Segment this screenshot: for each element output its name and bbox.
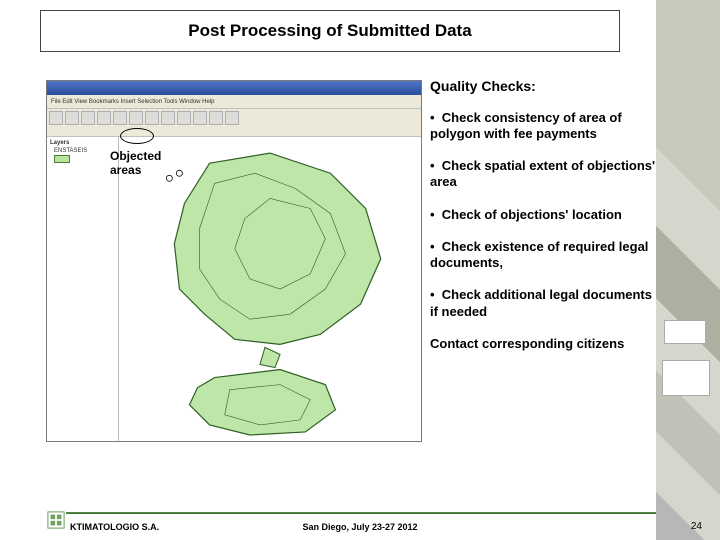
callout-line1: Objected <box>110 149 161 163</box>
bullet-text: Check spatial extent of objections' area <box>430 158 655 189</box>
gis-layer-label: ENSTASEIS <box>54 148 115 154</box>
bullet-text: Check additional legal documents if need… <box>430 287 652 318</box>
footer-venue: San Diego, July 23-27 2012 <box>0 522 720 532</box>
quality-checks-block: Quality Checks: • Check consistency of a… <box>430 78 662 368</box>
gis-window-titlebar <box>47 81 421 95</box>
gis-screenshot: File Edit View Bookmarks Insert Selectio… <box>46 80 422 442</box>
closing-line: Contact corresponding citizens <box>430 336 662 352</box>
bullet-text: Check consistency of area of polygon wit… <box>430 110 622 141</box>
right-aerial-strip <box>656 0 720 540</box>
gis-map-canvas <box>119 137 421 441</box>
footer-pagenum: 24 <box>691 521 702 532</box>
gis-menubar: File Edit View Bookmarks Insert Selectio… <box>47 95 421 109</box>
bullet-text: Check of objections' location <box>442 207 622 222</box>
slide-footer: KTIMATOLOGIO S.A. San Diego, July 23-27 … <box>0 512 720 540</box>
gis-toolbar <box>47 109 421 137</box>
callout-label: Objected areas <box>110 150 161 178</box>
bullet-item: • Check of objections' location <box>430 207 662 223</box>
bullet-item: • Check additional legal documents if ne… <box>430 287 662 320</box>
quality-checks-heading: Quality Checks: <box>430 78 662 96</box>
bullet-item: • Check consistency of area of polygon w… <box>430 110 662 143</box>
gis-layer-swatch <box>54 155 70 163</box>
gis-toc-panel: Layers ENSTASEIS <box>47 137 119 441</box>
callout-circle-icon <box>120 128 154 144</box>
bullet-item: • Check existence of required legal docu… <box>430 239 662 272</box>
gis-toc-header: Layers <box>50 140 115 146</box>
gis-polygons-icon <box>119 137 421 441</box>
footer-divider <box>46 512 656 514</box>
gis-layer-item: ENSTASEIS <box>54 148 115 163</box>
bullet-text: Check existence of required legal docume… <box>430 239 648 270</box>
slide-title: Post Processing of Submitted Data <box>40 10 620 52</box>
bullet-item: • Check spatial extent of objections' ar… <box>430 158 662 191</box>
callout-line2: areas <box>110 163 141 177</box>
